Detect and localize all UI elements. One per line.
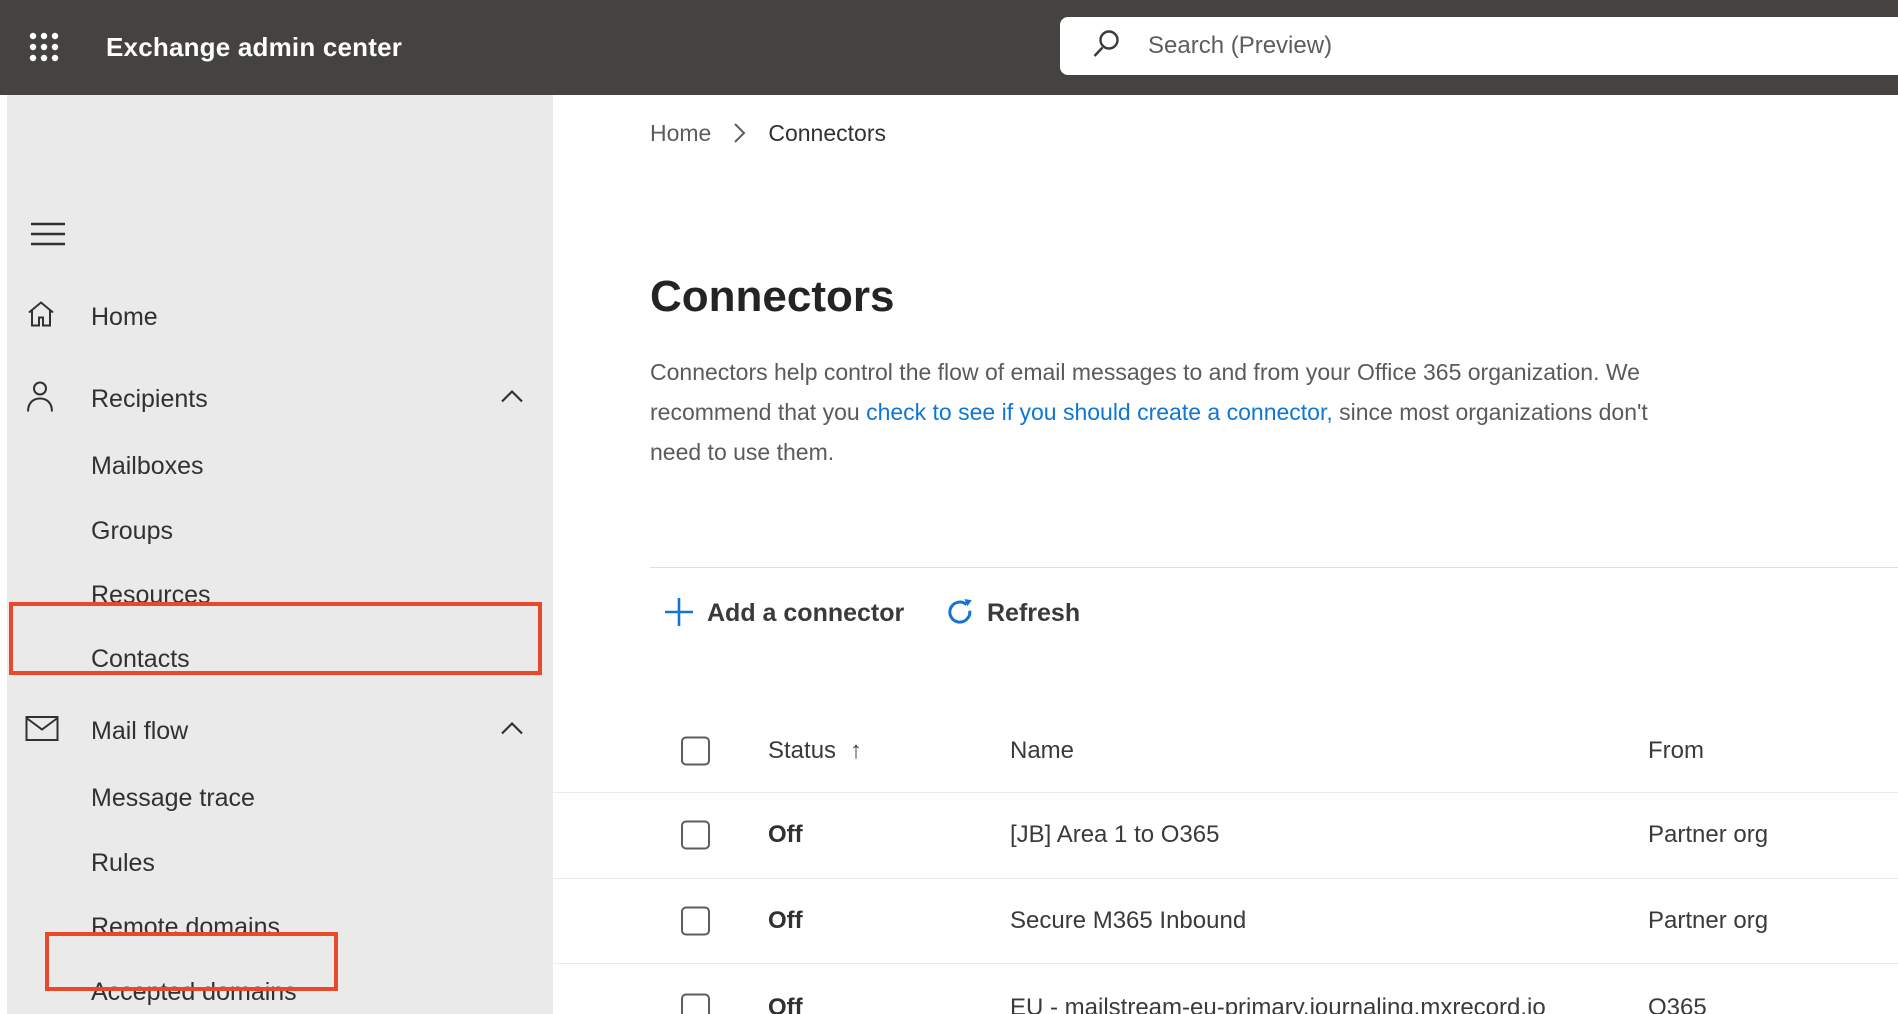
sidebar-item-mail-flow[interactable]: Mail flow — [7, 699, 553, 763]
description-line-1: Connectors help control the flow of emai… — [650, 359, 1640, 385]
refresh-button[interactable]: Refresh — [945, 591, 1080, 635]
sidebar-item-message-trace[interactable]: Message trace — [7, 770, 553, 826]
sidebar-item-label: Recipients — [91, 384, 208, 413]
row-name[interactable]: [JB] Area 1 to O365 — [1010, 821, 1219, 849]
arrow-up-icon: ↑ — [850, 737, 863, 764]
row-status: Off — [768, 994, 803, 1014]
magnifier-icon — [1090, 27, 1124, 66]
description-line-2-after: since most organizations don't — [1332, 399, 1648, 425]
column-header-from[interactable]: From — [1648, 737, 1704, 765]
row-checkbox[interactable] — [681, 906, 710, 935]
person-icon — [25, 380, 55, 419]
page-title: Connectors — [650, 272, 895, 322]
sidebar-nav: Home Recipients Mailboxes Groups Resourc… — [7, 95, 553, 1014]
row-name[interactable]: EU - mailstream-eu-primary.journaling.mx… — [1010, 994, 1546, 1014]
sidebar-item-label: Home — [91, 302, 158, 331]
from-header-label: From — [1648, 737, 1704, 764]
row-status: Off — [768, 821, 803, 848]
table-row: Off Secure M365 Inbound Partner org — [553, 878, 1898, 964]
table-row: Off [JB] Area 1 to O365 Partner org — [553, 792, 1898, 879]
main-content: Home Connectors Connectors Connectors he… — [553, 95, 1898, 1014]
chevron-up-icon — [500, 389, 524, 409]
chevron-right-icon — [733, 122, 746, 144]
circular-arrow-icon — [945, 597, 975, 630]
envelope-icon — [25, 716, 59, 747]
toolbar: Add a connector Refresh — [553, 591, 1898, 635]
row-checkbox[interactable] — [681, 993, 710, 1014]
refresh-label: Refresh — [987, 598, 1081, 627]
description-line-2-before: recommend that you — [650, 399, 867, 425]
sidebar-item-resources[interactable]: Resources — [7, 567, 553, 623]
sidebar-item-label: Accepted domains — [91, 977, 297, 1006]
sidebar-item-label: Mailboxes — [91, 451, 204, 480]
table-header-row: Status ↑ Name From — [553, 710, 1898, 793]
app-title: Exchange admin center — [106, 32, 403, 62]
page-description: Connectors help control the flow of emai… — [650, 352, 1648, 472]
sidebar-item-recipients[interactable]: Recipients — [7, 367, 553, 431]
topbar: Exchange admin center — [0, 0, 1898, 95]
breadcrumb-home-link[interactable]: Home — [650, 120, 711, 147]
app-launcher-button[interactable] — [22, 30, 60, 66]
table-row: Off EU - mailstream-eu-primary.journalin… — [553, 963, 1898, 1014]
description-line-2: recommend that you check to see if you s… — [650, 392, 1648, 432]
left-edge-strip — [0, 95, 7, 1014]
plus-icon — [663, 596, 695, 631]
sidebar-item-label: Resources — [91, 580, 211, 609]
add-connector-button[interactable]: Add a connector — [663, 591, 904, 635]
sidebar-item-mailboxes[interactable]: Mailboxes — [7, 438, 553, 494]
breadcrumb-current: Connectors — [768, 119, 886, 146]
add-connector-label: Add a connector — [707, 598, 905, 627]
row-checkbox[interactable] — [681, 820, 710, 850]
sidebar-item-label: Mail flow — [91, 716, 189, 745]
search-input[interactable] — [1146, 31, 1800, 61]
exchange-admin-center-window: Exchange admin center Search (Preview) H… — [0, 0, 1898, 1014]
sidebar-item-remote-domains[interactable]: Remote domains — [7, 899, 553, 955]
sidebar-item-home[interactable]: Home — [7, 285, 553, 349]
global-search — [1060, 17, 1898, 75]
house-icon — [25, 299, 57, 336]
sidebar-item-rules[interactable]: Rules — [7, 835, 553, 891]
chevron-up-icon — [500, 721, 524, 741]
sidebar-item-label: Groups — [91, 516, 173, 545]
sidebar-item-contacts[interactable]: Contacts — [7, 631, 553, 687]
row-status: Off — [768, 906, 803, 934]
sidebar-item-label: Rules — [91, 848, 155, 877]
description-line-3: need to use them. — [650, 439, 835, 465]
sidebar-item-label: Contacts — [91, 644, 190, 673]
name-header-label: Name — [1010, 737, 1075, 764]
column-header-status[interactable]: Status ↑ — [768, 737, 862, 765]
create-connector-link[interactable]: check to see if you should create a conn… — [866, 399, 1333, 425]
sidebar-item-label: Remote domains — [91, 912, 280, 941]
select-all-checkbox[interactable] — [681, 736, 710, 766]
row-from: O365 — [1648, 994, 1707, 1014]
breadcrumb: Home Connectors — [650, 115, 886, 151]
hamburger-icon — [30, 222, 66, 252]
row-from: Partner org — [1648, 906, 1769, 934]
column-header-name[interactable]: Name — [1010, 737, 1074, 765]
row-from: Partner org — [1648, 821, 1769, 848]
nav-toggle-button[interactable] — [24, 213, 68, 257]
row-name[interactable]: Secure M365 Inbound — [1010, 907, 1246, 935]
sidebar-item-groups[interactable]: Groups — [7, 503, 553, 559]
toolbar-divider — [650, 567, 1898, 568]
waffle-grid-icon — [28, 32, 60, 66]
status-header-label: Status — [768, 737, 837, 764]
sidebar-item-label: Message trace — [91, 783, 255, 812]
sidebar-item-accepted-domains[interactable]: Accepted domains — [7, 964, 553, 1014]
